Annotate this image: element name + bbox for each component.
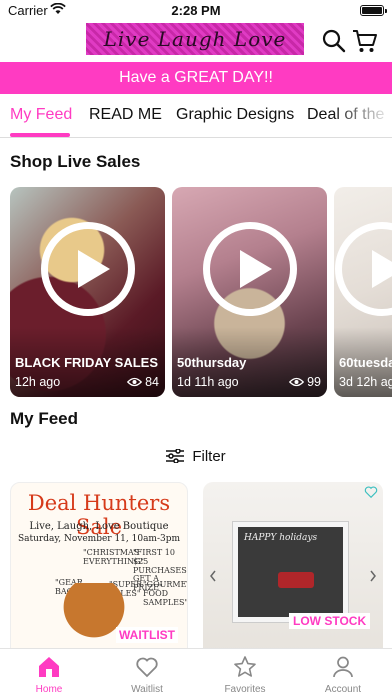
brand-logo[interactable]: Live Laugh Love [86,23,304,55]
eye-icon [127,377,143,387]
nav-account-label: Account [324,684,362,695]
feed-title: My Feed [10,409,79,428]
filter-button[interactable]: Filter [0,446,392,466]
tab-my-feed[interactable]: My Feed [10,106,72,124]
home-icon [39,657,59,677]
low-stock-badge: LOW STOCK [289,613,371,629]
live-sale-views: 84 [127,375,159,389]
live-sale-time: 3d 12h ago [339,375,392,389]
live-sale-title: 60tuesday [339,355,392,370]
search-icon[interactable] [321,28,347,54]
holiday-sign-image: HAPPY holidays [233,522,348,622]
chevron-left-icon[interactable] [209,570,217,582]
truck-graphic [278,572,314,588]
tabs-fade [332,94,392,137]
deal-note: "CHRISTMAS EVERYTHING" [83,548,145,566]
active-tab-indicator [10,133,70,137]
nav-home-label: Home [35,684,63,695]
nav-waitlist-label: Waitlist [131,684,163,695]
eye-icon [289,377,305,387]
star-icon [234,656,256,677]
live-sale-views: 99 [289,375,321,389]
nav-favorites-label: Favorites [224,684,266,695]
heart-icon [136,657,158,678]
live-sale-time: 12h ago [15,375,61,389]
deal-date: Saturday, November 11, 10am-3pm [17,534,181,544]
nav-favorites[interactable]: Favorites [196,649,294,696]
account-icon [333,656,353,678]
app-header: Live Laugh Love [0,20,392,62]
live-sale-title: 50thursday [177,355,247,370]
tab-read-me[interactable]: READ ME [89,106,162,124]
views-count: 99 [307,375,321,389]
play-icon[interactable] [202,222,297,316]
chevron-right-icon[interactable] [369,570,377,582]
views-count: 84 [145,375,159,389]
nav-home[interactable]: Home [0,649,98,696]
announcement-banner: Have a GREAT DAY!! [0,62,392,94]
deal-subtitle: Live, Laugh, Love Boutique [29,521,169,532]
status-bar: Carrier 2:28 PM [0,0,392,20]
deal-note: "GOURMET FOOD SAMPLES" [143,580,188,607]
play-icon[interactable] [40,222,135,316]
bottom-tab-bar: Home Waitlist Favorites Account [0,648,392,696]
favorite-heart-icon[interactable] [364,485,378,499]
logo-text: Live Laugh Love [103,27,287,51]
tab-graphic-designs[interactable]: Graphic Designs [176,106,294,124]
nav-waitlist[interactable]: Waitlist [98,649,196,696]
waitlist-badge: WAITLIST [116,627,178,643]
battery-icon [360,5,387,16]
status-time: 2:28 PM [171,3,221,18]
live-sales-title: Shop Live Sales [10,152,141,171]
category-tabs: My Feed READ ME Graphic Designs Deal of … [0,94,392,138]
live-sale-card[interactable]: BLACK FRIDAY SALES 12h ago 84 [10,187,165,397]
live-sale-card[interactable]: 60tuesday 3d 12h ago [334,187,392,397]
banner-text: Have a GREAT DAY!! [119,69,273,86]
filter-icon [166,449,185,463]
cart-icon[interactable] [352,28,378,54]
nav-account[interactable]: Account [294,649,392,696]
live-sale-time: 1d 11h ago [177,375,239,389]
live-sale-card[interactable]: 50thursday 1d 11h ago 99 [172,187,327,397]
sign-text: HAPPY holidays [244,533,318,543]
filter-label: Filter [192,447,226,465]
live-sale-title: BLACK FRIDAY SALES [15,355,159,370]
